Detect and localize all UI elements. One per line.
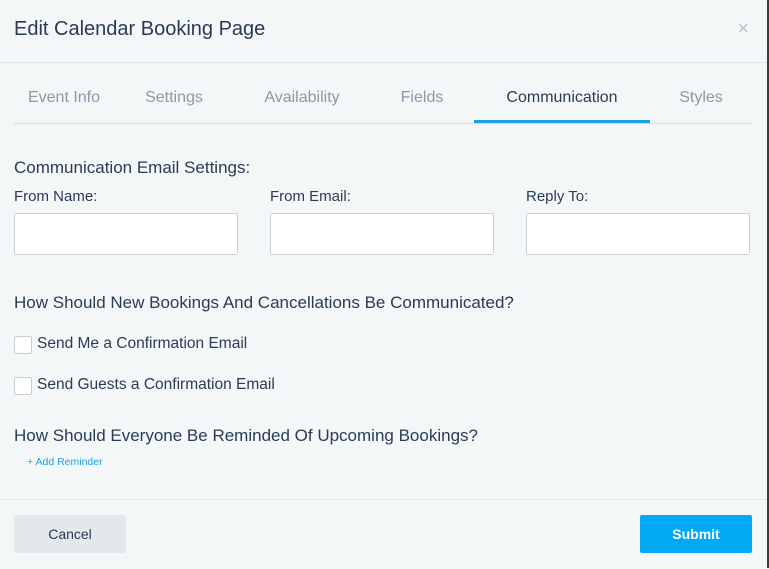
from-name-label: From Name: bbox=[14, 188, 98, 205]
confirm-guests-label: Send Guests a Confirmation Email bbox=[37, 376, 275, 393]
tab-availability[interactable]: Availability bbox=[246, 78, 358, 122]
tab-styles[interactable]: Styles bbox=[664, 78, 738, 122]
tab-event-info[interactable]: Event Info bbox=[14, 78, 114, 122]
cancel-button[interactable]: Cancel bbox=[14, 515, 126, 553]
reply-to-input[interactable] bbox=[526, 213, 750, 255]
modal-title: Edit Calendar Booking Page bbox=[14, 18, 266, 40]
confirm-guests-checkbox[interactable] bbox=[14, 377, 32, 395]
tab-fields[interactable]: Fields bbox=[386, 78, 458, 122]
edit-booking-modal: Edit Calendar Booking Page × Event Info … bbox=[0, 0, 769, 568]
tab-settings[interactable]: Settings bbox=[124, 78, 224, 122]
tab-communication[interactable]: Communication bbox=[474, 78, 650, 123]
from-email-label: From Email: bbox=[270, 188, 351, 205]
tab-bar: Event Info Settings Availability Fields … bbox=[14, 78, 752, 124]
email-settings-heading: Communication Email Settings: bbox=[14, 158, 251, 177]
tab-communication-label: Communication bbox=[506, 89, 618, 106]
add-reminder-link[interactable]: + Add Reminder bbox=[27, 456, 103, 468]
modal-header: Edit Calendar Booking Page × bbox=[0, 0, 767, 63]
reminders-heading: How Should Everyone Be Reminded Of Upcom… bbox=[14, 426, 478, 445]
from-name-input[interactable] bbox=[14, 213, 238, 255]
from-email-input[interactable] bbox=[270, 213, 494, 255]
confirm-me-label: Send Me a Confirmation Email bbox=[37, 335, 248, 352]
modal-footer: Cancel Submit bbox=[0, 499, 767, 569]
confirm-guests-option[interactable]: Send Guests a Confirmation Email bbox=[14, 376, 304, 396]
submit-button[interactable]: Submit bbox=[640, 515, 752, 553]
confirm-me-checkbox[interactable] bbox=[14, 336, 32, 354]
confirm-me-option[interactable]: Send Me a Confirmation Email bbox=[14, 335, 274, 355]
reply-to-label: Reply To: bbox=[526, 188, 589, 205]
close-icon[interactable]: × bbox=[737, 19, 749, 39]
notifications-heading: How Should New Bookings And Cancellation… bbox=[14, 293, 514, 312]
active-tab-indicator bbox=[474, 120, 650, 123]
